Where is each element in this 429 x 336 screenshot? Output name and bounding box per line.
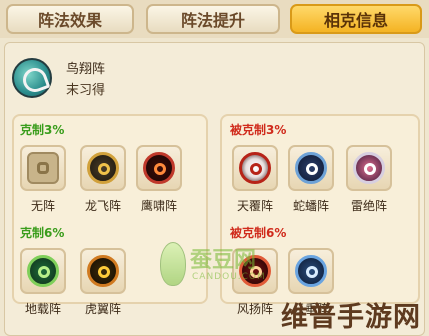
countered-3-title: 被克制3% <box>230 123 287 137</box>
formation-label: 龙飞阵 <box>84 199 121 213</box>
formation-slot-snake[interactable] <box>288 145 334 191</box>
formation-label: 无阵 <box>30 199 55 213</box>
eagle-formation-icon <box>143 152 175 184</box>
formation-slot-tiger[interactable] <box>80 248 126 294</box>
snake-formation-icon <box>295 152 327 184</box>
watermark-subtext: CANDOU.COM <box>192 272 266 282</box>
formation-label: 虎翼阵 <box>84 302 121 316</box>
tab-label: 阵法效果 <box>37 11 102 30</box>
formation-label: 地载阵 <box>24 302 61 316</box>
lock-icon <box>27 152 59 184</box>
formation-slot-heaven[interactable] <box>232 145 278 191</box>
formation-slot-thunder[interactable] <box>346 145 392 191</box>
formation-slot-dragon[interactable] <box>80 145 126 191</box>
tab-formation-effect[interactable]: 阵法效果 <box>6 4 134 34</box>
formation-label: 风扬阵 <box>236 302 273 316</box>
earth-formation-icon <box>27 255 59 287</box>
formation-label: 蛇蟠阵 <box>292 199 329 213</box>
tab-label: 相克信息 <box>323 11 388 30</box>
formation-name: 鸟翔阵 <box>66 62 106 77</box>
heaven-formation-icon <box>239 152 271 184</box>
formation-label: 鹰啸阵 <box>140 199 177 213</box>
formation-label: 雷绝阵 <box>350 199 387 213</box>
bird-formation-icon <box>12 58 52 98</box>
cloud-formation-icon <box>295 255 327 287</box>
formation-slot-earth[interactable] <box>20 248 66 294</box>
formation-slot-cloud[interactable] <box>288 248 334 294</box>
counter-6-title: 克制6% <box>20 226 65 240</box>
counter-3-title: 克制3% <box>20 123 65 137</box>
tab-counter-info[interactable]: 相克信息 <box>290 4 422 34</box>
watermark-text: 蚕豆网 <box>190 248 257 273</box>
thunder-formation-icon <box>353 152 385 184</box>
tab-bar: 阵法效果 阵法提升 相克信息 <box>0 0 429 38</box>
formation-slot-none[interactable] <box>20 145 66 191</box>
brand-watermark: 维普手游网 <box>281 302 421 333</box>
dragon-formation-icon <box>87 152 119 184</box>
tiger-formation-icon <box>87 255 119 287</box>
bean-mascot-icon <box>160 242 186 286</box>
candou-watermark: 蚕豆网 CANDOU.COM <box>160 238 280 298</box>
tab-label: 阵法提升 <box>180 11 245 30</box>
formation-status: 末习得 <box>66 83 106 98</box>
formation-slot-eagle[interactable] <box>136 145 182 191</box>
tab-formation-upgrade[interactable]: 阵法提升 <box>146 4 280 34</box>
formation-label: 天覆阵 <box>236 199 273 213</box>
